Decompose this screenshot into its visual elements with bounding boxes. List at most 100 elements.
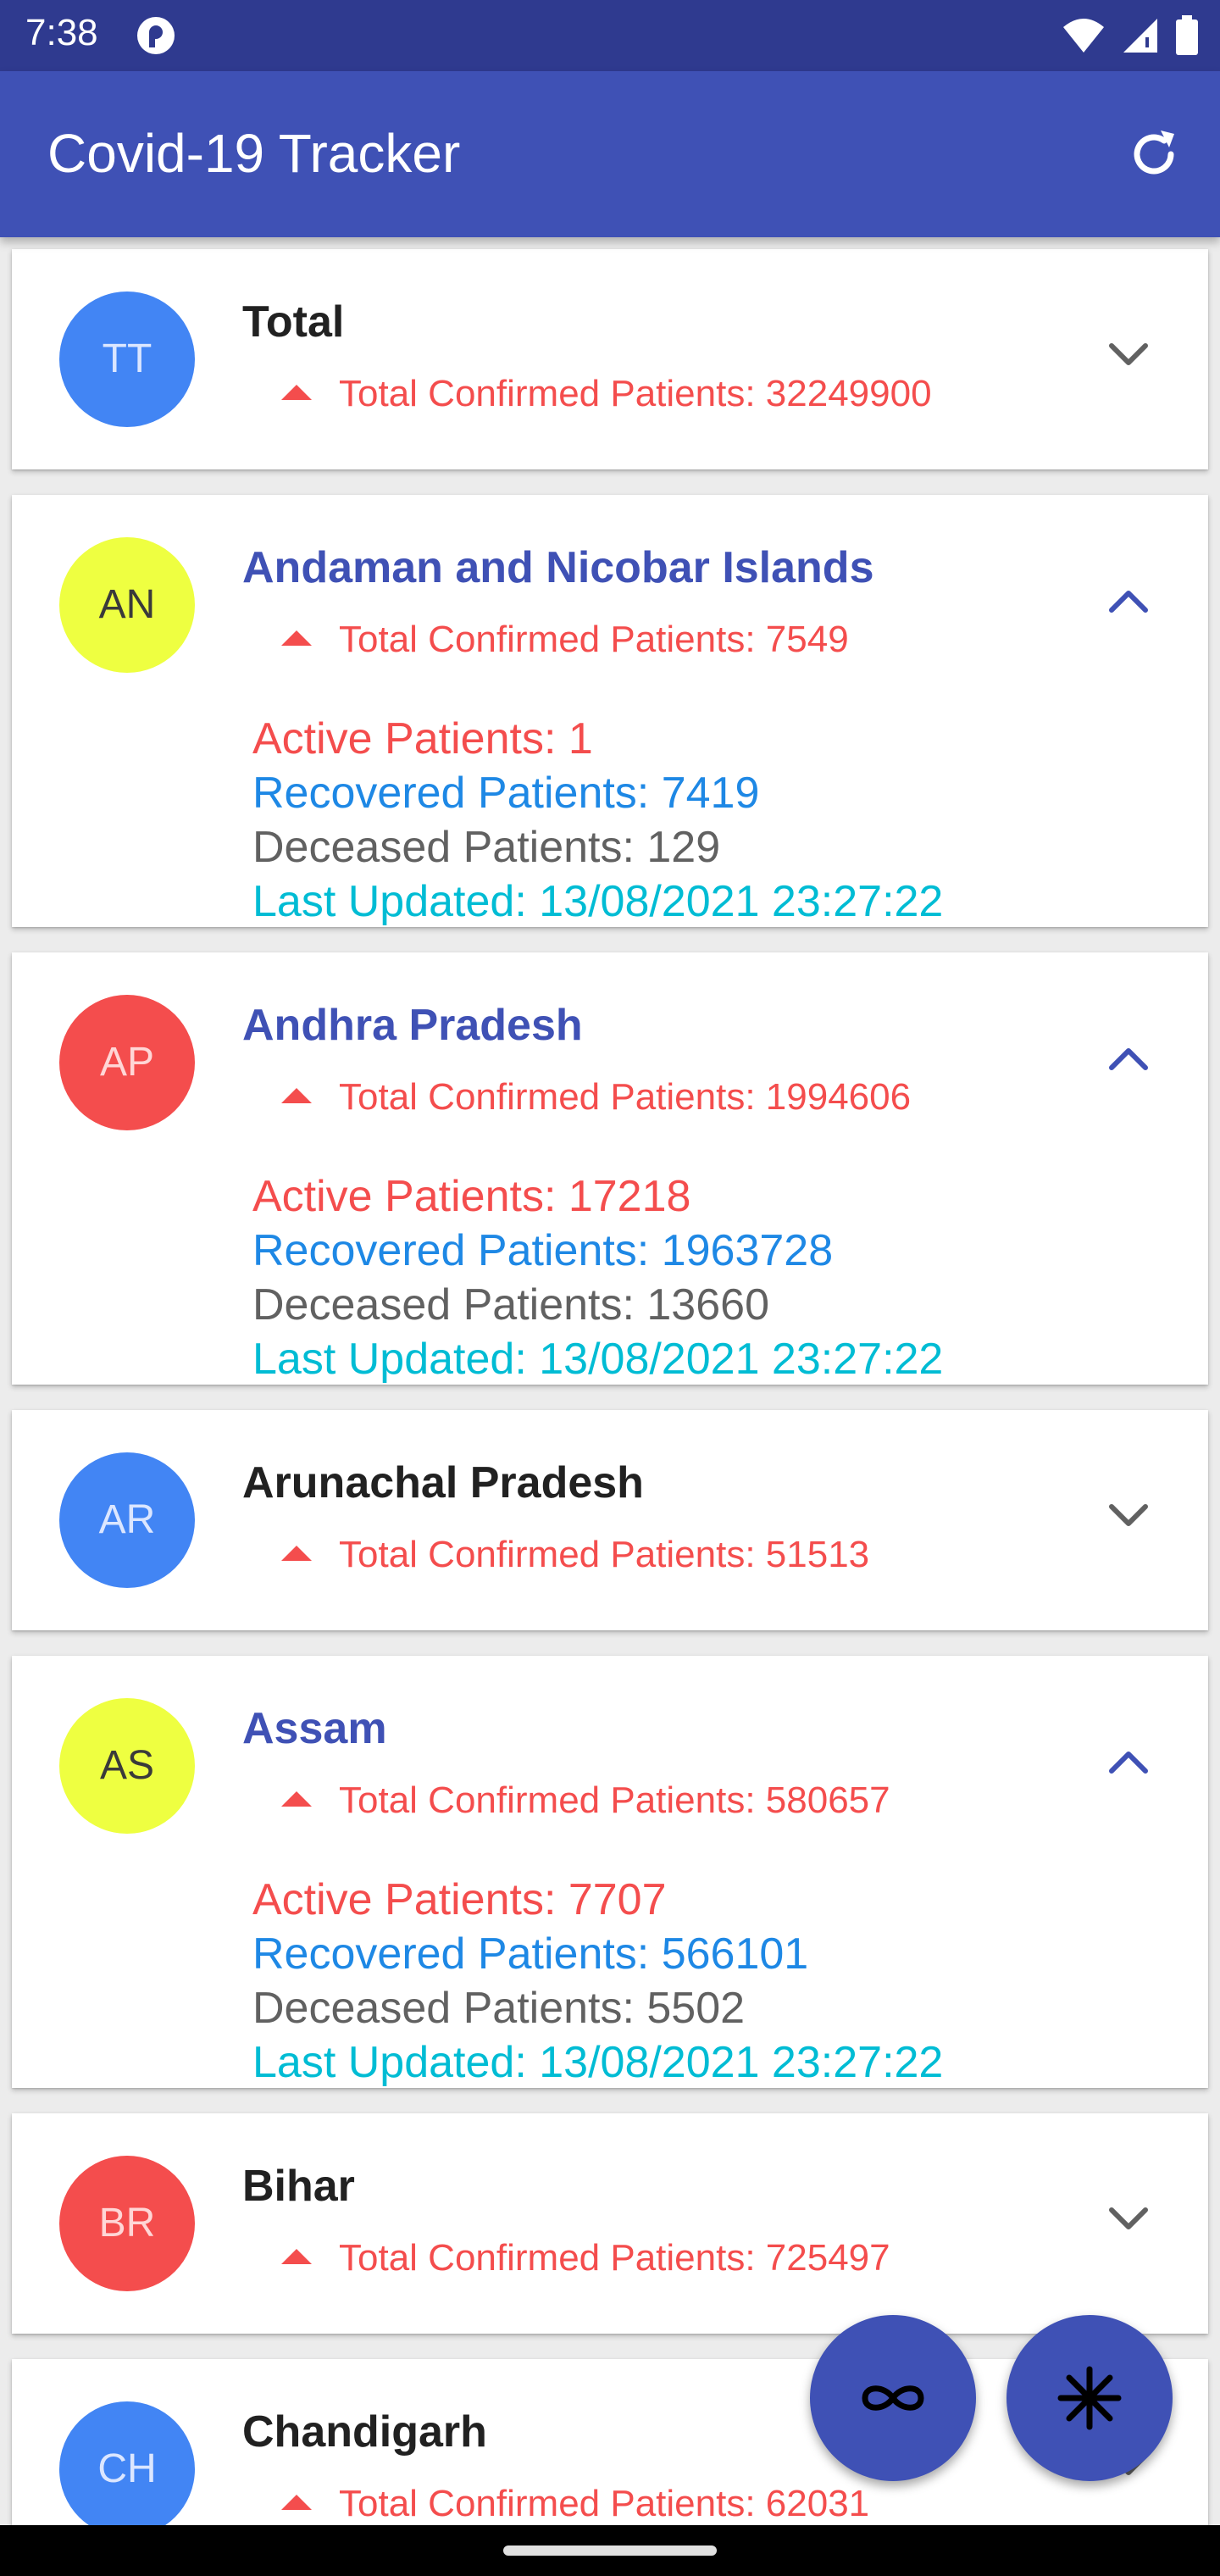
battery-icon: [1176, 15, 1198, 55]
last-updated: Last Updated: 13/08/2021 23:27:22: [252, 1332, 943, 1386]
state-name: Andhra Pradesh: [242, 1001, 583, 1050]
active-patients: Active Patients: 1: [252, 712, 943, 766]
chevron-up-icon[interactable]: [1103, 1744, 1154, 1778]
confirmed-label: Total Confirmed Patients:: [339, 373, 766, 414]
recovered-label: Recovered Patients:: [252, 1929, 662, 1979]
state-card[interactable]: AR Arunachal Pradesh Total Confirmed Patie…: [12, 1410, 1208, 1630]
state-name: Andaman and Nicobar Islands: [242, 543, 874, 592]
recovered-patients: Recovered Patients: 7419: [252, 766, 943, 820]
confirmed-value: 580657: [765, 1779, 890, 1821]
updated-label: Last Updated:: [252, 877, 540, 926]
wifi-icon: [1063, 19, 1105, 53]
confirmed-count: Total Confirmed Patients: 32249900: [339, 373, 932, 415]
state-card[interactable]: AP Andhra Pradesh Total Confirmed Patients…: [12, 952, 1208, 1385]
state-details: Active Patients: 17218 Recovered Patients…: [252, 1169, 943, 1386]
state-card[interactable]: AN Andaman and Nicobar Islands Total Confi…: [12, 495, 1208, 927]
state-card[interactable]: TT Total Total Confirmed Patients: 3224990…: [12, 249, 1208, 469]
deceased-patients: Deceased Patients: 5502: [252, 1981, 943, 2035]
deceased-label: Deceased Patients:: [252, 1984, 647, 2033]
confirmed-label: Total Confirmed Patients:: [339, 1779, 766, 1821]
confirmed-count: Total Confirmed Patients: 580657: [339, 1779, 890, 1822]
state-avatar: CH: [59, 2401, 195, 2525]
confirmed-label: Total Confirmed Patients:: [339, 619, 766, 660]
confirmed-value: 7549: [765, 619, 849, 660]
snowflake-icon: [1057, 2366, 1122, 2430]
confirmed-count: Total Confirmed Patients: 1994606: [339, 1076, 911, 1119]
deceased-value: 5502: [646, 1984, 746, 2033]
state-avatar: AS: [59, 1698, 195, 1834]
active-value: 1: [568, 714, 593, 763]
deceased-patients: Deceased Patients: 129: [252, 820, 943, 874]
state-avatar: TT: [59, 291, 195, 427]
confirmed-count: Total Confirmed Patients: 725497: [339, 2237, 890, 2279]
active-value: 17218: [568, 1172, 691, 1221]
active-label: Active Patients:: [252, 1172, 568, 1221]
status-time: 7:38: [25, 12, 98, 53]
deceased-value: 129: [646, 823, 721, 872]
chevron-up-icon[interactable]: [1103, 583, 1154, 617]
active-label: Active Patients:: [252, 714, 568, 763]
confirmed-label: Total Confirmed Patients:: [339, 2483, 766, 2524]
deceased-label: Deceased Patients:: [252, 1280, 647, 1330]
state-card[interactable]: BR Bihar Total Confirmed Patients: 725497: [12, 2113, 1208, 2334]
active-patients: Active Patients: 17218: [252, 1169, 943, 1224]
trend-up-icon: [281, 1791, 312, 1807]
active-label: Active Patients:: [252, 1875, 568, 1924]
state-avatar: BR: [59, 2156, 195, 2291]
chevron-up-icon[interactable]: [1103, 1041, 1154, 1074]
confirmed-count: Total Confirmed Patients: 7549: [339, 619, 849, 661]
trend-up-icon: [281, 1546, 312, 1561]
deceased-patients: Deceased Patients: 13660: [252, 1278, 943, 1332]
app-root: 7:38 Covid-19 Tracker TT Total Total Con…: [0, 0, 1220, 2576]
confirmed-value: 62031: [765, 2483, 870, 2524]
chevron-down-icon[interactable]: [1103, 1498, 1154, 1532]
recovered-patients: Recovered Patients: 566101: [252, 1927, 943, 1981]
cell-signal-icon: [1123, 19, 1157, 53]
updated-value: 13/08/2021 23:27:22: [539, 2038, 944, 2087]
state-details: Active Patients: 1 Recovered Patients: 74…: [252, 712, 943, 929]
state-avatar: AP: [59, 995, 195, 1130]
app-title: Covid-19 Tracker: [47, 123, 461, 184]
trend-up-icon: [281, 2495, 312, 2510]
confirmed-count: Total Confirmed Patients: 62031: [339, 2483, 869, 2525]
active-value: 7707: [568, 1875, 667, 1924]
recovered-value: 566101: [661, 1929, 809, 1979]
chevron-down-icon[interactable]: [1103, 2201, 1154, 2235]
deceased-label: Deceased Patients:: [252, 823, 647, 872]
recovered-label: Recovered Patients:: [252, 1226, 662, 1275]
trend-up-icon: [281, 1088, 312, 1103]
navigation-bar: [0, 2525, 1220, 2576]
last-updated: Last Updated: 13/08/2021 23:27:22: [252, 2035, 943, 2090]
updated-label: Last Updated:: [252, 2038, 540, 2087]
state-name: Total: [242, 297, 345, 347]
updated-value: 13/08/2021 23:27:22: [539, 1335, 944, 1384]
snowflake-fab-button[interactable]: [1006, 2315, 1173, 2481]
state-list[interactable]: TT Total Total Confirmed Patients: 3224990…: [0, 237, 1220, 2525]
state-card[interactable]: AS Assam Total Confirmed Patients: 580657 A…: [12, 1656, 1208, 2088]
active-patients: Active Patients: 7707: [252, 1873, 943, 1927]
chevron-down-icon[interactable]: [1103, 337, 1154, 371]
home-gesture-handle[interactable]: [503, 2545, 717, 2556]
status-bar: 7:38: [0, 0, 1220, 71]
infinity-fab-button[interactable]: [810, 2315, 976, 2481]
recovered-value: 7419: [661, 769, 760, 818]
state-name: Bihar: [242, 2162, 355, 2211]
confirmed-label: Total Confirmed Patients:: [339, 2237, 766, 2279]
state-name: Chandigarh: [242, 2407, 487, 2457]
confirmed-value: 1994606: [765, 1076, 912, 1118]
state-avatar: AN: [59, 537, 195, 673]
state-name: Arunachal Pradesh: [242, 1458, 644, 1507]
last-updated: Last Updated: 13/08/2021 23:27:22: [252, 874, 943, 929]
recovered-value: 1963728: [661, 1226, 834, 1275]
state-details: Active Patients: 7707 Recovered Patients:…: [252, 1873, 943, 2090]
app-bar: Covid-19 Tracker: [0, 71, 1220, 237]
app-notification-icon: [137, 17, 175, 54]
recovered-patients: Recovered Patients: 1963728: [252, 1224, 943, 1278]
trend-up-icon: [281, 630, 312, 646]
confirmed-value: 725497: [765, 2237, 890, 2279]
confirmed-value: 51513: [765, 1534, 870, 1575]
infinity-icon: [862, 2385, 924, 2411]
refresh-icon[interactable]: [1122, 122, 1186, 186]
confirmed-label: Total Confirmed Patients:: [339, 1534, 766, 1575]
trend-up-icon: [281, 2249, 312, 2264]
